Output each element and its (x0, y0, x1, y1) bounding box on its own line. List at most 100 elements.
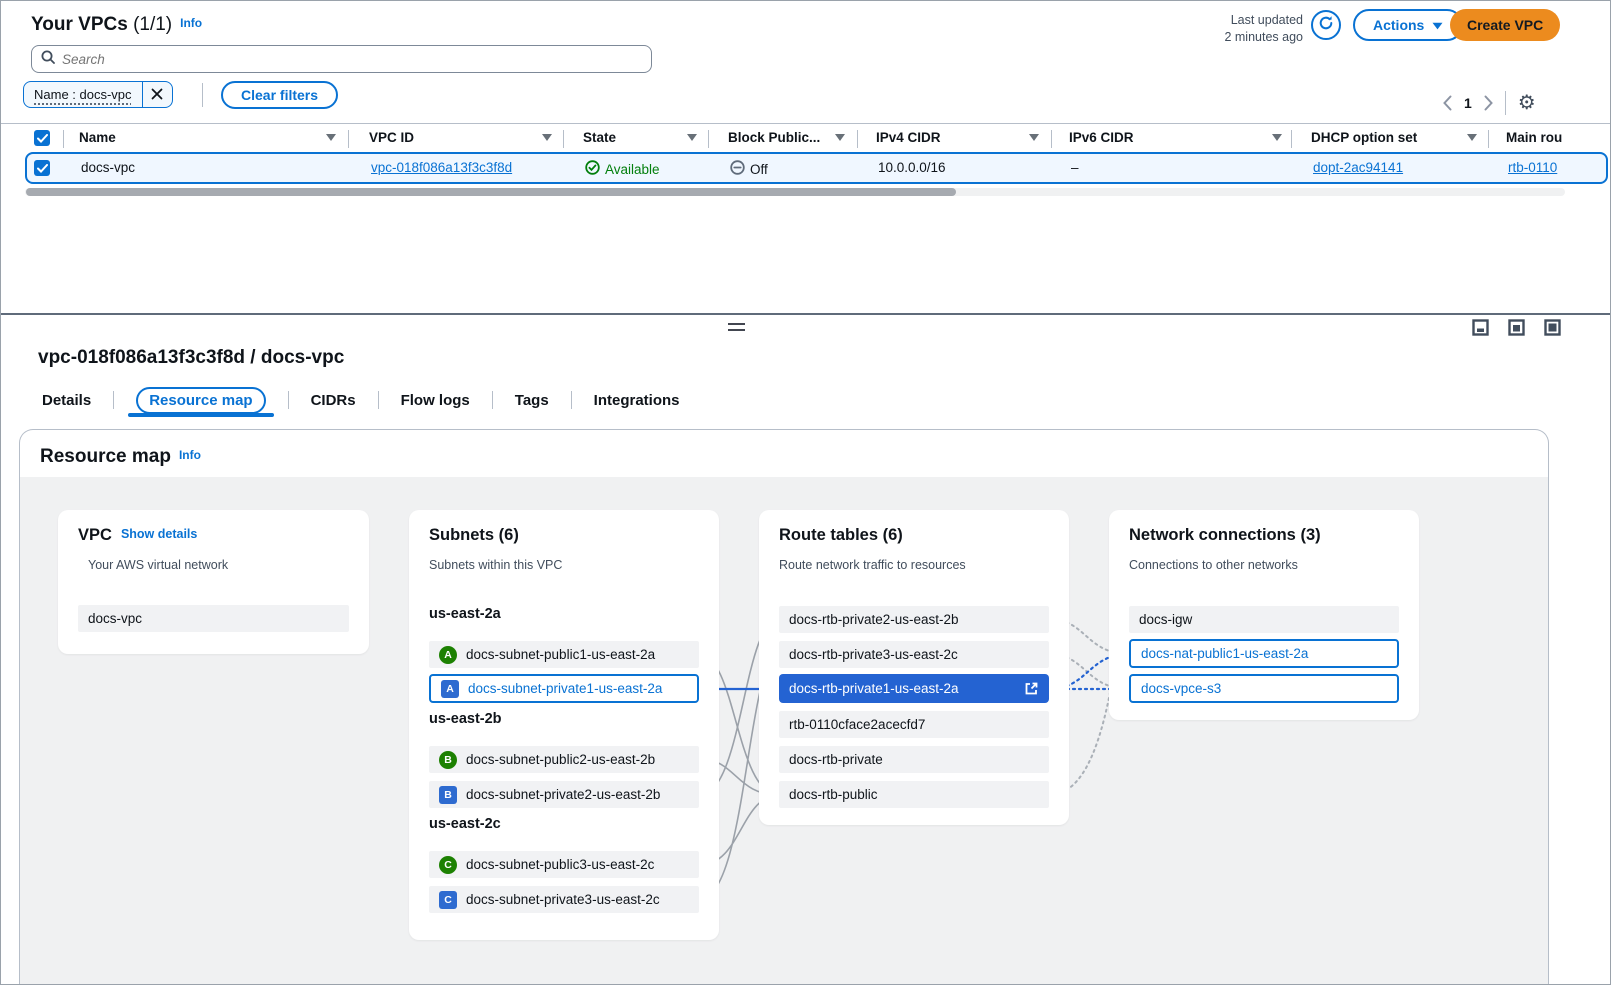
subnet-node-public3[interactable]: C docs-subnet-public3-us-east-2c (429, 851, 699, 878)
connection-node-nat-highlighted[interactable]: docs-nat-public1-us-east-2a (1129, 639, 1399, 668)
panel-size-large-icon[interactable] (1544, 319, 1561, 336)
filter-icon-vpc-id[interactable] (542, 134, 552, 141)
row-state: Available (585, 160, 660, 178)
route-tables-card: Route tables (6) Route network traffic t… (759, 510, 1069, 825)
tab-resource-map[interactable]: Resource map (132, 392, 269, 409)
refresh-icon (1318, 15, 1334, 36)
panel-size-medium-icon[interactable] (1508, 319, 1525, 336)
subnets-card-title: Subnets (6) (429, 526, 519, 545)
tab-integrations[interactable]: Integrations (590, 392, 684, 409)
page-number[interactable]: 1 (1464, 95, 1472, 111)
resource-map-canvas: VPCShow details Your AWS virtual network… (20, 477, 1548, 985)
route-table-node-main[interactable]: rtb-0110cface2acecfd7 (779, 711, 1049, 738)
actions-button[interactable]: Actions (1353, 9, 1463, 41)
filter-icon-ipv6[interactable] (1272, 134, 1282, 141)
column-header-state[interactable]: State (583, 130, 616, 145)
page-title: Your VPCs (1/1) Info (31, 14, 202, 36)
route-table-node-private[interactable]: docs-rtb-private (779, 746, 1049, 773)
subnet-node-private3[interactable]: C docs-subnet-private3-us-east-2c (429, 886, 699, 913)
show-details-link[interactable]: Show details (121, 527, 197, 541)
column-header-ipv4-cidr[interactable]: IPv4 CIDR (876, 130, 941, 145)
row-block-public: Off (730, 160, 768, 178)
column-header-name[interactable]: Name (79, 130, 116, 145)
subnet-node-public2[interactable]: B docs-subnet-public2-us-east-2b (429, 746, 699, 773)
filter-icon-ipv4[interactable] (1029, 134, 1039, 141)
route-table-node-public[interactable]: docs-rtb-public (779, 781, 1049, 808)
subnet-node-private1-selected[interactable]: A docs-subnet-private1-us-east-2a (429, 674, 699, 703)
row-ipv4-cidr: 10.0.0.0/16 (878, 160, 946, 175)
route-table-node-private1-selected[interactable]: docs-rtb-private1-us-east-2a (779, 674, 1049, 703)
select-all-checkbox[interactable] (34, 130, 50, 146)
external-link-icon[interactable] (1024, 681, 1039, 696)
last-updated-label: Last updated 2 minutes ago (1181, 12, 1303, 46)
page-title-text: Your VPCs (31, 14, 128, 35)
route-table-node-private3[interactable]: docs-rtb-private3-us-east-2c (779, 641, 1049, 668)
column-header-main-route[interactable]: Main rou (1506, 130, 1562, 145)
column-header-dhcp[interactable]: DHCP option set (1311, 130, 1417, 145)
panel-resize-handle[interactable] (728, 323, 745, 331)
resource-map-title: Resource mapInfo (40, 446, 201, 468)
filter-chip[interactable]: Name : docs-vpc (23, 81, 173, 108)
filter-icon-name[interactable] (326, 134, 336, 141)
row-ipv6-cidr: – (1071, 160, 1079, 175)
availability-zone-badge: C (439, 891, 457, 909)
panel-layout-buttons (1472, 319, 1561, 336)
previous-page-icon[interactable] (1443, 95, 1452, 111)
search-box[interactable] (31, 45, 652, 73)
row-dhcp-link[interactable]: dopt-2ac94141 (1313, 160, 1403, 175)
tab-tags[interactable]: Tags (511, 392, 553, 409)
subnet-node-public1[interactable]: A docs-subnet-public1-us-east-2a (429, 641, 699, 668)
filter-divider (202, 83, 203, 107)
row-name: docs-vpc (81, 160, 135, 175)
table-settings-gear-icon[interactable]: ⚙ (1518, 93, 1536, 113)
table-header: Name VPC ID State Block Public... IPv4 C… (1, 123, 1611, 153)
availability-zone-badge: C (439, 856, 457, 874)
check-circle-icon (585, 160, 600, 178)
subnet-node-private2[interactable]: B docs-subnet-private2-us-east-2b (429, 781, 699, 808)
az-group-us-east-2a: us-east-2a (429, 606, 501, 622)
column-header-ipv6-cidr[interactable]: IPv6 CIDR (1069, 130, 1134, 145)
tab-flow-logs[interactable]: Flow logs (397, 392, 474, 409)
vpc-console-window: Your VPCs (1/1) Info Last updated 2 minut… (0, 0, 1611, 985)
filter-chip-remove-button[interactable] (142, 82, 172, 107)
vpc-node[interactable]: docs-vpc (78, 605, 349, 632)
availability-zone-badge: A (441, 680, 459, 698)
az-group-us-east-2c: us-east-2c (429, 816, 501, 832)
column-header-block-public[interactable]: Block Public... (728, 130, 820, 145)
panel-size-small-icon[interactable] (1472, 319, 1489, 336)
network-connections-card-title: Network connections (3) (1129, 526, 1321, 545)
route-tables-card-title: Route tables (6) (779, 526, 903, 545)
create-vpc-button[interactable]: Create VPC (1450, 9, 1560, 41)
subnets-card: Subnets (6) Subnets within this VPC us-e… (409, 510, 719, 940)
search-input[interactable] (62, 52, 642, 67)
column-header-vpc-id[interactable]: VPC ID (369, 130, 414, 145)
connection-node-vpce-highlighted[interactable]: docs-vpce-s3 (1129, 674, 1399, 703)
subnets-card-desc: Subnets within this VPC (429, 558, 562, 572)
row-checkbox[interactable] (34, 160, 50, 176)
panel-split-divider (1, 313, 1611, 315)
route-tables-card-desc: Route network traffic to resources (779, 558, 966, 572)
horizontal-scrollbar-thumb[interactable] (26, 188, 956, 196)
next-page-icon[interactable] (1484, 95, 1493, 111)
row-vpc-id-link[interactable]: vpc-018f086a13f3c3f8d (371, 160, 512, 175)
filter-icon-block-public[interactable] (835, 134, 845, 141)
search-icon (41, 50, 55, 69)
table-row[interactable]: docs-vpc vpc-018f086a13f3c3f8d Available… (25, 152, 1608, 184)
detail-tabs: Details Resource map CIDRs Flow logs Tag… (38, 385, 684, 415)
resource-map-info-link[interactable]: Info (179, 448, 201, 462)
pagination: 1 ⚙ (1443, 91, 1536, 115)
filter-icon-state[interactable] (687, 134, 697, 141)
connection-node-igw[interactable]: docs-igw (1129, 606, 1399, 633)
filter-icon-dhcp[interactable] (1467, 134, 1477, 141)
page-title-count: (1/1) (133, 14, 172, 35)
caret-down-icon (1432, 17, 1443, 33)
tab-details[interactable]: Details (38, 392, 95, 409)
network-connections-card: Network connections (3) Connections to o… (1109, 510, 1419, 720)
clear-filters-button[interactable]: Clear filters (221, 81, 338, 109)
close-icon (151, 87, 163, 103)
route-table-node-private2[interactable]: docs-rtb-private2-us-east-2b (779, 606, 1049, 633)
refresh-button[interactable] (1311, 10, 1341, 40)
row-main-route-link[interactable]: rtb-0110 (1508, 160, 1557, 175)
tab-cidrs[interactable]: CIDRs (307, 392, 360, 409)
page-info-link[interactable]: Info (180, 16, 202, 30)
